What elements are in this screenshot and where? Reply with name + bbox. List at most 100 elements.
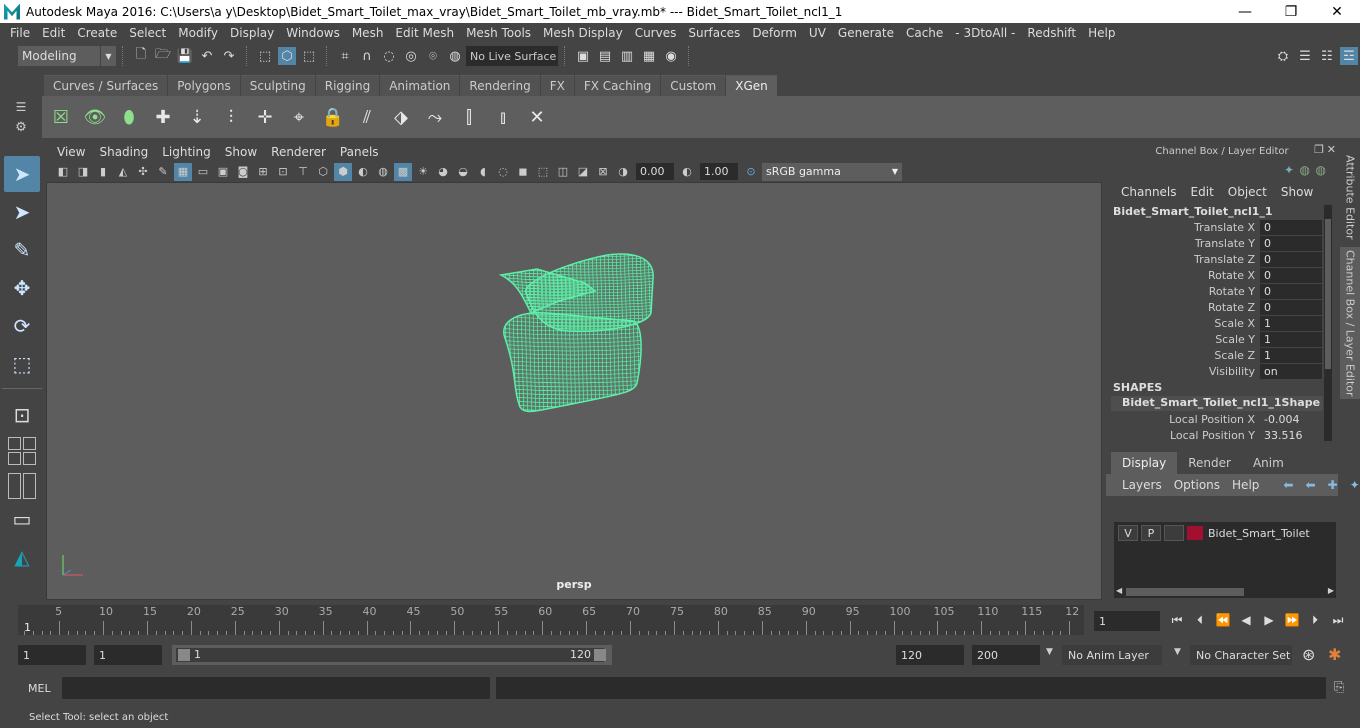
layer-menu-options[interactable]: Options [1168, 478, 1226, 492]
snap-view-plane-icon[interactable]: ◎ [402, 47, 420, 65]
attr-row-rotate-y[interactable]: Rotate Y 0 [1110, 283, 1322, 299]
xgen-add-primitive-icon[interactable]: ✛ [252, 101, 278, 133]
grid-icon[interactable]: ▦ [174, 162, 192, 181]
wireframe-icon[interactable]: ⬡ [314, 163, 332, 181]
menu-mesh-tools[interactable]: Mesh Tools [460, 26, 537, 40]
menu-mesh-display[interactable]: Mesh Display [537, 26, 629, 40]
playback-end-field[interactable]: 120 [896, 645, 964, 665]
range-bar[interactable]: 1 120 [172, 645, 612, 665]
layer-list-hscrollbar[interactable]: ◀ ▶ [1114, 586, 1336, 598]
shelf-tab-animation[interactable]: Animation [380, 75, 460, 96]
close-button[interactable]: ✕ [1314, 0, 1360, 23]
snap-curve-icon[interactable]: ∩ [358, 47, 376, 65]
shelf-menu-icon[interactable]: ☰ [16, 100, 27, 114]
four-view-layout-icon[interactable] [8, 437, 36, 465]
channel-box-menu-show[interactable]: Show [1274, 185, 1320, 199]
toilet-wireframe-mesh[interactable] [47, 183, 1103, 601]
chevron-right-icon[interactable]: ▶ [1328, 586, 1334, 595]
attr-value[interactable]: 0 [1260, 267, 1322, 283]
single-perspective-layout-icon[interactable]: ⊡ [4, 397, 40, 433]
snap-center-icon[interactable]: ◍ [446, 47, 464, 65]
menu-help[interactable]: Help [1082, 26, 1121, 40]
step-forward-key-icon[interactable]: ⏩ [1283, 611, 1301, 629]
xgen-place-guides-icon[interactable]: ⇣ [184, 101, 210, 133]
channel-box-toggle-icon[interactable]: ☲ [1340, 47, 1358, 65]
command-input[interactable] [62, 677, 490, 699]
menu-display[interactable]: Display [224, 26, 280, 40]
go-to-end-icon[interactable]: ⏭ [1329, 611, 1347, 629]
xray-active-icon[interactable]: ◪ [574, 163, 592, 181]
grease-pencil-icon[interactable]: ✎ [154, 163, 172, 181]
shelf-tab-custom[interactable]: Custom [661, 75, 726, 96]
menu-surfaces[interactable]: Surfaces [682, 26, 746, 40]
layer-visibility-toggle[interactable]: V [1118, 525, 1138, 541]
shelf-tab-fx-caching[interactable]: FX Caching [574, 75, 661, 96]
menu-edit-mesh[interactable]: Edit Mesh [389, 26, 460, 40]
live-surface-field[interactable]: No Live Surface [466, 46, 558, 66]
xray-icon[interactable]: ▩ [394, 162, 412, 181]
viewport-menu-view[interactable]: View [50, 145, 92, 159]
ambient-occlusion-icon[interactable]: ◒ [454, 163, 472, 181]
outliner-layout-icon[interactable] [8, 473, 36, 499]
modeling-toolkit-icon[interactable]: ⛭ [1274, 47, 1292, 65]
script-language-label[interactable]: MEL [28, 682, 51, 695]
gear-icon[interactable]: ⚙ [15, 120, 27, 135]
two-d-pan-icon[interactable]: ✣ [134, 163, 152, 181]
anti-aliasing-icon[interactable]: ◌ [494, 163, 512, 181]
playback-start-field[interactable]: 1 [94, 645, 162, 665]
attr-row-scale-z[interactable]: Scale Z 1 [1110, 347, 1322, 363]
script-editor-icon[interactable]: ⎘ [1334, 680, 1344, 695]
attr-row-scale-x[interactable]: Scale X 1 [1110, 315, 1322, 331]
selected-object-name[interactable]: Bidet_Smart_Toilet_ncl1_1 [1113, 205, 1273, 218]
step-back-key-icon[interactable]: ⏪ [1214, 611, 1232, 629]
wireframe-on-shaded-icon[interactable]: ◐ [354, 163, 372, 181]
step-back-frame-icon[interactable]: ⏴ [1191, 611, 1209, 629]
snap-grid-icon[interactable]: ⌗ [336, 47, 354, 65]
attr-row-translate-z[interactable]: Translate Z 0 [1110, 251, 1322, 267]
layer-menu-layers[interactable]: Layers [1116, 478, 1168, 492]
layer-row[interactable]: V P Bidet_Smart_Toilet [1114, 524, 1336, 542]
attribute-editor-toggle-icon[interactable]: ☰ [1296, 47, 1314, 65]
render-frame-icon[interactable]: ▣ [574, 47, 592, 65]
attr-value[interactable]: 0 [1260, 299, 1322, 315]
range-start-handle[interactable] [178, 649, 190, 661]
attr-row-visibility[interactable]: Visibility on [1110, 363, 1322, 379]
attr-value[interactable]: 1 [1260, 347, 1322, 363]
maximize-button[interactable]: ❐ [1268, 0, 1314, 23]
menu-create[interactable]: Create [71, 26, 123, 40]
viewport-menu-panels[interactable]: Panels [333, 145, 386, 159]
lock-icon[interactable]: ◍ [1300, 163, 1310, 177]
xgen-normalize-icon[interactable]: ⤳ [422, 101, 448, 133]
animation-preferences-icon[interactable]: ✱ [1328, 645, 1341, 664]
attr-value[interactable]: 0 [1260, 219, 1322, 235]
animation-end-field[interactable]: 200 [972, 645, 1040, 665]
auto-key-icon[interactable]: ⊛ [1302, 645, 1315, 664]
bookmark-icon[interactable]: ▮ [94, 163, 112, 181]
attribute-editor-tab[interactable]: Attribute Editor [1340, 151, 1360, 243]
menu-windows[interactable]: Windows [280, 26, 346, 40]
shelf-tab-rendering[interactable]: Rendering [460, 75, 540, 96]
select-object-icon[interactable]: ⬡ [278, 47, 296, 65]
xgen-preview-icon[interactable]: 👁 [82, 101, 108, 133]
attr-value[interactable]: 0 [1260, 235, 1322, 251]
menu-uv[interactable]: UV [803, 26, 832, 40]
maya-home-icon[interactable]: ◭ [4, 539, 40, 575]
float-panel-icon[interactable]: ❐ [1314, 143, 1324, 156]
menu-mesh[interactable]: Mesh [346, 26, 390, 40]
shadows-icon[interactable]: ◕ [434, 163, 452, 181]
snap-point-icon[interactable]: ◌ [380, 47, 398, 65]
xgen-create-description-icon[interactable]: ⬮ [116, 101, 142, 133]
gamma-field[interactable]: 1.00 [700, 163, 738, 180]
play-forwards-icon[interactable]: ▶ [1260, 611, 1278, 629]
render-settings-icon[interactable]: ▦ [640, 47, 658, 65]
shelf-tab-xgen[interactable]: XGen [726, 75, 777, 96]
layer-tab-display[interactable]: Display [1111, 452, 1178, 474]
xgen-add-guides-icon[interactable]: ✚ [150, 101, 176, 133]
frame-all-icon[interactable]: ⊠ [594, 163, 612, 181]
attr-row-translate-y[interactable]: Translate Y 0 [1110, 235, 1322, 251]
safe-action-icon[interactable]: ⊡ [274, 163, 292, 181]
current-frame-field[interactable]: 1 [1094, 611, 1160, 631]
attr-value[interactable]: 1 [1260, 331, 1322, 347]
attr-row-rotate-x[interactable]: Rotate X 0 [1110, 267, 1322, 283]
close-panel-icon[interactable]: ✕ [1327, 143, 1336, 156]
